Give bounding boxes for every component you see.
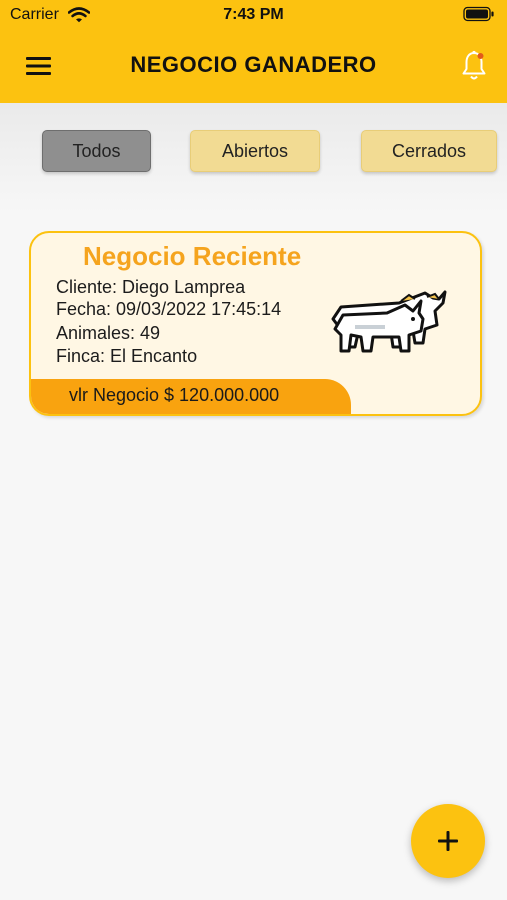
deal-client: Cliente: Diego Lamprea (56, 277, 246, 297)
deal-animals: Animales: 49 (56, 323, 161, 343)
battery-icon (463, 6, 494, 22)
status-bar: Carrier 7:43 PM (0, 0, 507, 32)
status-time: 7:43 PM (223, 6, 284, 23)
filter-todos-button[interactable]: Todos (42, 130, 151, 172)
deal-value-bar: vlr Negocio $ 120.000.000 (31, 379, 351, 414)
bell-icon[interactable] (461, 50, 487, 82)
bull-icon (331, 290, 447, 353)
deal-farm: Finca: El Encanto (56, 346, 198, 366)
plus-icon (438, 831, 458, 851)
filter-tabs: Todos Abiertos Cerrados (0, 103, 507, 213)
page-title: NEGOCIO GANADERO (130, 52, 377, 77)
filter-abiertos-button[interactable]: Abiertos (190, 130, 320, 172)
deal-value: vlr Negocio $ 120.000.000 (69, 385, 280, 405)
add-deal-button[interactable] (411, 804, 485, 878)
deal-card-title: Negocio Reciente (83, 241, 302, 271)
app-header: Carrier 7:43 PM NEGOCIO GANADERO (0, 0, 507, 103)
deal-date: Fecha: 09/03/2022 17:45:14 (56, 299, 282, 319)
filter-cerrados-button[interactable]: Cerrados (361, 130, 497, 172)
deal-card[interactable]: Negocio Reciente Cliente: Diego Lamprea … (29, 231, 482, 416)
